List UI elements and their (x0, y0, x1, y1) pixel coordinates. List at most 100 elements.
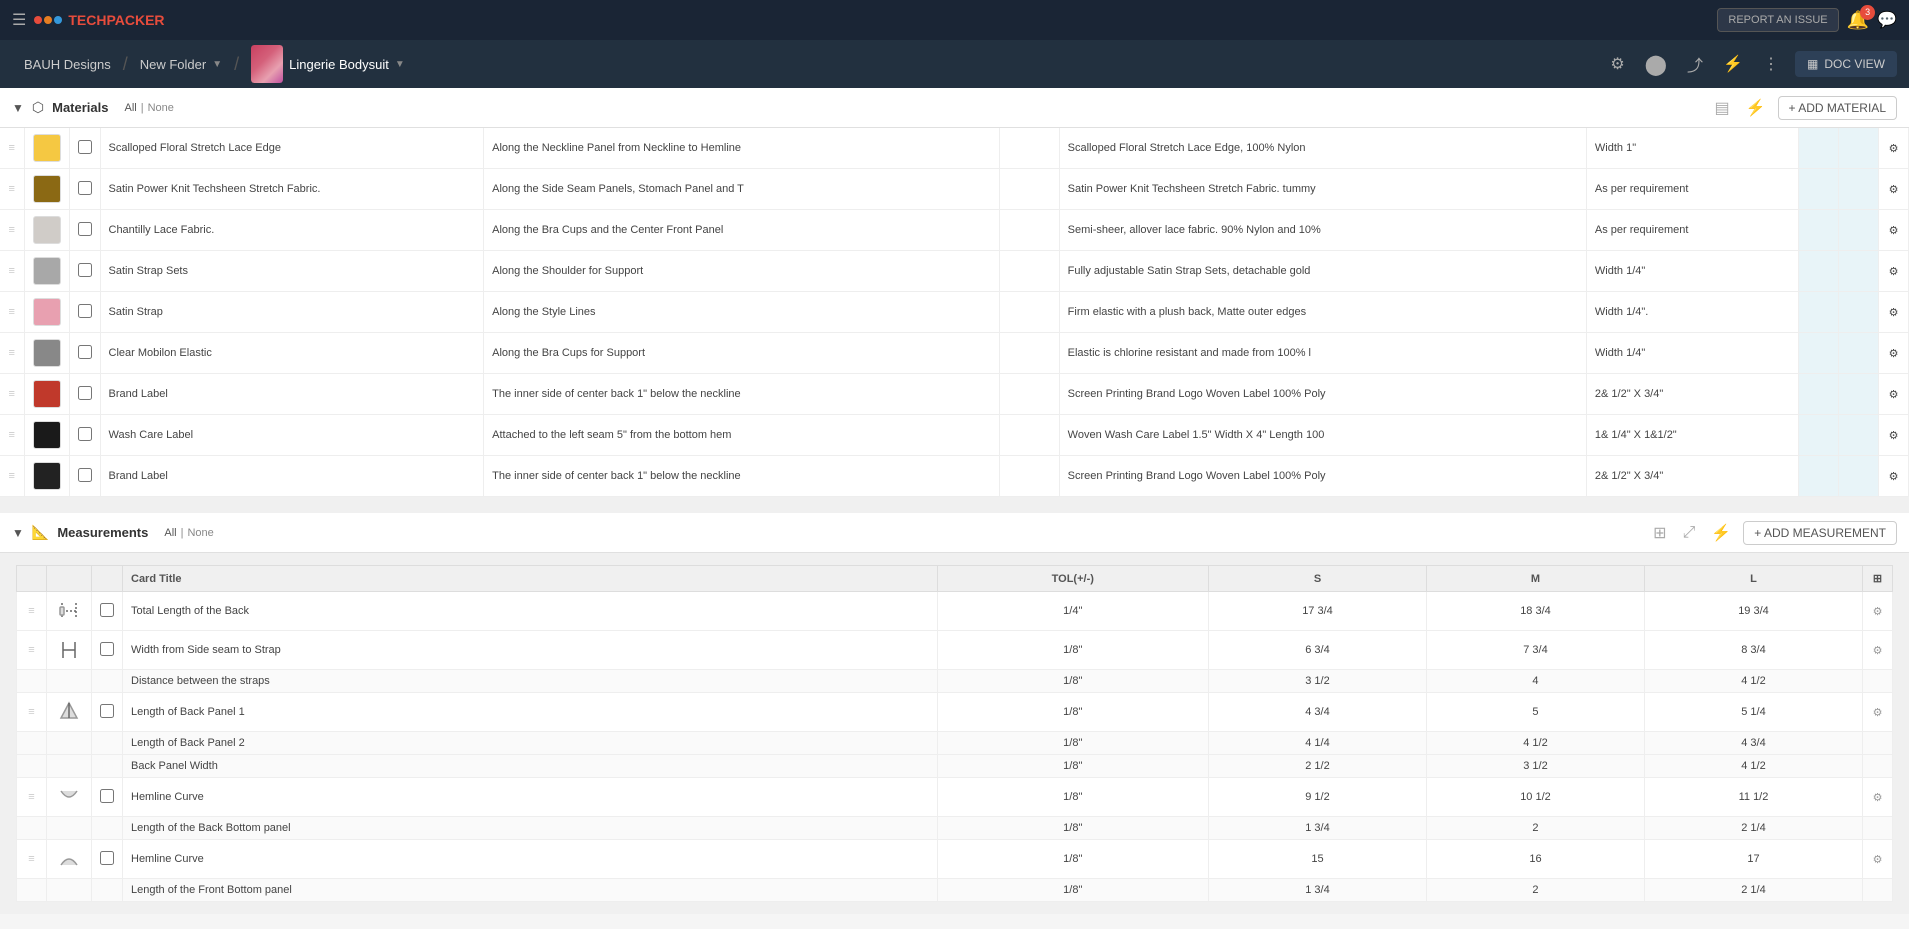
checkbox-cell[interactable] (69, 292, 100, 333)
checkbox-cell[interactable] (69, 169, 100, 210)
gear-icon[interactable]: ⚙ (1889, 348, 1899, 360)
meas-gear-cell[interactable]: ⚙ (1863, 592, 1893, 631)
checkbox-cell[interactable] (69, 210, 100, 251)
breadcrumb-product[interactable]: Lingerie Bodysuit ▼ (239, 40, 417, 88)
meas-drag-handle[interactable]: ≡ (17, 631, 47, 670)
col-action-icon[interactable]: ⊞ (1873, 573, 1882, 585)
meas-drag-handle[interactable]: ≡ (17, 840, 47, 879)
gear-icon[interactable]: ⚙ (1889, 143, 1899, 155)
meas-checkbox[interactable] (100, 704, 114, 718)
meas-gear-icon[interactable]: ⚙ (1873, 792, 1883, 804)
toggle-icon[interactable]: ⬤ (1641, 48, 1671, 81)
gear-cell[interactable]: ⚙ (1879, 456, 1909, 497)
materials-filter-none[interactable]: None (148, 102, 174, 114)
drag-handle[interactable]: ≡ (0, 333, 24, 374)
gear-cell[interactable]: ⚙ (1879, 128, 1909, 169)
chat-icon[interactable]: 💬 (1877, 10, 1897, 30)
meas-s: 17 3/4 (1208, 592, 1426, 631)
meas-drag-handle[interactable]: ≡ (17, 778, 47, 817)
meas-check-cell[interactable] (92, 840, 123, 879)
notification-badge[interactable]: 🔔 3 (1847, 10, 1869, 31)
checkbox-cell[interactable] (69, 374, 100, 415)
share-icon[interactable]: ⤴ (1683, 48, 1707, 80)
row-checkbox[interactable] (78, 140, 92, 154)
report-issue-button[interactable]: REPORT AN ISSUE (1717, 8, 1838, 32)
gear-cell[interactable]: ⚙ (1879, 210, 1909, 251)
measurements-filter-none[interactable]: None (187, 527, 213, 539)
meas-check-cell[interactable] (92, 631, 123, 670)
gear-cell[interactable]: ⚙ (1879, 169, 1909, 210)
materials-filter-all[interactable]: All (125, 102, 137, 114)
materials-section-header[interactable]: ▼ ⬡ Materials All | None ▤ ⚡ + ADD MATER… (0, 88, 1909, 128)
meas-check-cell[interactable] (92, 778, 123, 817)
meas-checkbox[interactable] (100, 851, 114, 865)
gear-icon[interactable]: ⚙ (1889, 225, 1899, 237)
filter-icon[interactable]: ⚡ (1719, 50, 1747, 78)
menu-icon[interactable]: ☰ (12, 10, 26, 30)
gear-icon[interactable]: ⚙ (1889, 266, 1899, 278)
add-measurement-button[interactable]: + ADD MEASUREMENT (1743, 521, 1897, 545)
row-checkbox[interactable] (78, 427, 92, 441)
row-checkbox[interactable] (78, 345, 92, 359)
gear-cell[interactable]: ⚙ (1879, 292, 1909, 333)
meas-gear-icon[interactable]: ⚙ (1873, 707, 1883, 719)
materials-grid-icon[interactable]: ▤ (1710, 94, 1733, 122)
gear-cell[interactable]: ⚙ (1879, 251, 1909, 292)
row-checkbox[interactable] (78, 222, 92, 236)
checkbox-cell[interactable] (69, 128, 100, 169)
drag-handle[interactable]: ≡ (0, 169, 24, 210)
meas-check-cell[interactable] (92, 592, 123, 631)
doc-view-button[interactable]: ▦ DOC VIEW (1795, 51, 1897, 77)
settings-icon[interactable]: ⚙ (1606, 50, 1628, 78)
drag-handle[interactable]: ≡ (0, 415, 24, 456)
meas-gear-cell[interactable]: ⚙ (1863, 631, 1893, 670)
meas-checkbox[interactable] (100, 603, 114, 617)
drag-handle[interactable]: ≡ (0, 251, 24, 292)
checkbox-cell[interactable] (69, 333, 100, 374)
gear-icon[interactable]: ⚙ (1889, 389, 1899, 401)
materials-toggle-icon[interactable]: ▼ (12, 101, 24, 115)
breadcrumb-workspace[interactable]: BAUH Designs (12, 40, 123, 88)
more-options-icon[interactable]: ⋮ (1759, 50, 1783, 78)
row-checkbox[interactable] (78, 263, 92, 277)
row-checkbox[interactable] (78, 304, 92, 318)
meas-gear-cell[interactable]: ⚙ (1863, 840, 1893, 879)
measurements-toggle-icon[interactable]: ▼ (12, 526, 24, 540)
row-checkbox[interactable] (78, 468, 92, 482)
gear-cell[interactable]: ⚙ (1879, 374, 1909, 415)
measurements-filter2-icon[interactable]: ⚡ (1707, 519, 1735, 547)
add-material-button[interactable]: + ADD MATERIAL (1778, 96, 1897, 120)
measurements-grid-icon[interactable]: ⊞ (1649, 519, 1670, 547)
materials-filter2-icon[interactable]: ⚡ (1742, 94, 1770, 122)
breadcrumb-folder[interactable]: New Folder ▼ (128, 40, 234, 88)
meas-gear-icon[interactable]: ⚙ (1873, 854, 1883, 866)
checkbox-cell[interactable] (69, 251, 100, 292)
meas-checkbox[interactable] (100, 642, 114, 656)
meas-check-cell[interactable] (92, 693, 123, 732)
meas-gear-cell[interactable]: ⚙ (1863, 778, 1893, 817)
row-checkbox[interactable] (78, 386, 92, 400)
gear-icon[interactable]: ⚙ (1889, 471, 1899, 483)
drag-handle[interactable]: ≡ (0, 374, 24, 415)
gear-icon[interactable]: ⚙ (1889, 307, 1899, 319)
drag-handle[interactable]: ≡ (0, 456, 24, 497)
drag-handle[interactable]: ≡ (0, 128, 24, 169)
drag-handle[interactable]: ≡ (0, 292, 24, 333)
measurements-section-header[interactable]: ▼ 📐 Measurements All | None ⊞ ⤢ ⚡ + ADD … (0, 513, 1909, 553)
gear-cell[interactable]: ⚙ (1879, 333, 1909, 374)
meas-gear-cell[interactable]: ⚙ (1863, 693, 1893, 732)
gear-cell[interactable]: ⚙ (1879, 415, 1909, 456)
meas-gear-icon[interactable]: ⚙ (1873, 606, 1883, 618)
meas-gear-icon[interactable]: ⚙ (1873, 645, 1883, 657)
checkbox-cell[interactable] (69, 456, 100, 497)
meas-drag-handle[interactable]: ≡ (17, 693, 47, 732)
drag-handle[interactable]: ≡ (0, 210, 24, 251)
meas-drag-handle[interactable]: ≡ (17, 592, 47, 631)
meas-checkbox[interactable] (100, 789, 114, 803)
measurements-filter-all[interactable]: All (164, 527, 176, 539)
gear-icon[interactable]: ⚙ (1889, 184, 1899, 196)
checkbox-cell[interactable] (69, 415, 100, 456)
row-checkbox[interactable] (78, 181, 92, 195)
measurements-expand-icon[interactable]: ⤢ (1679, 520, 1700, 546)
gear-icon[interactable]: ⚙ (1889, 430, 1899, 442)
